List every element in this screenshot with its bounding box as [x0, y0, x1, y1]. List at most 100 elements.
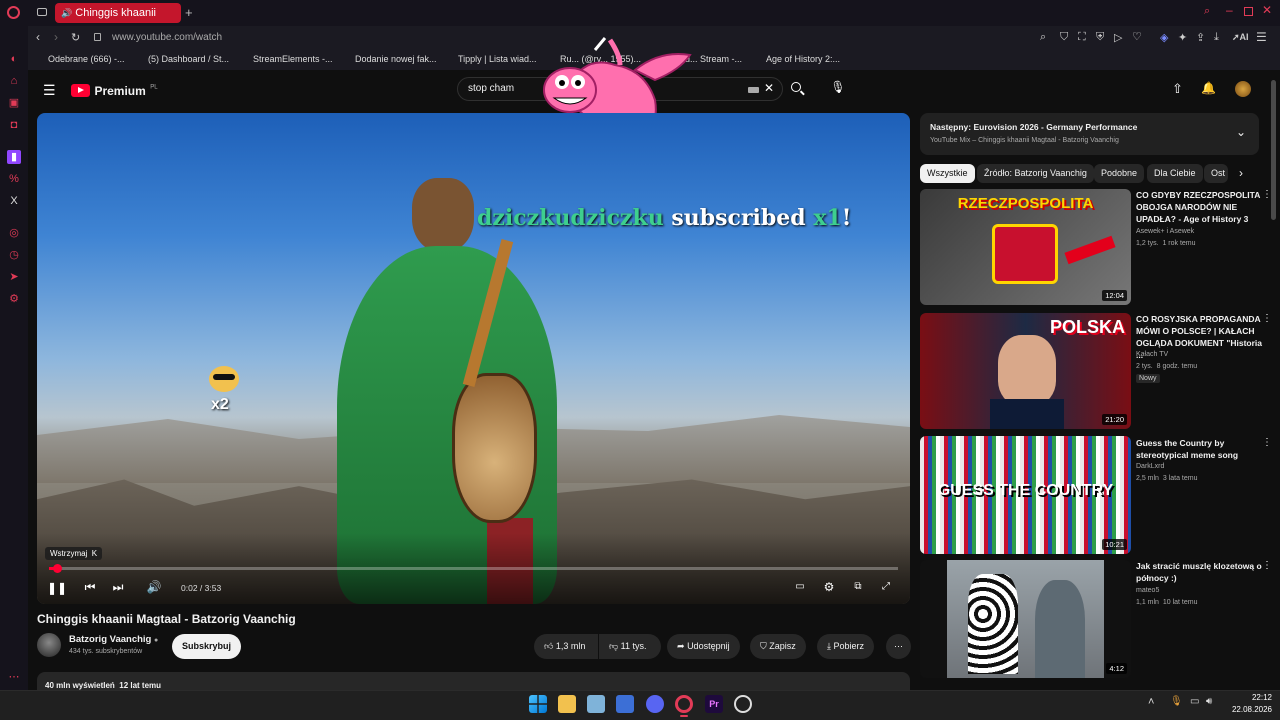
voice-search-icon[interactable]: 🎙	[828, 80, 848, 100]
rec-more-icon[interactable]: ⋮	[1262, 437, 1272, 448]
bookmark-item[interactable]: Odebrane (666) -...	[48, 54, 125, 64]
puzzle-icon[interactable]: ✦	[1178, 31, 1187, 44]
subscribe-button[interactable]: Subskrybuj	[172, 634, 242, 659]
bookmark-item[interactable]: (5) Dashboard / St...	[148, 54, 229, 64]
back-icon[interactable]: ‹	[36, 30, 40, 44]
chevron-down-icon[interactable]: ⌄	[1236, 125, 1246, 139]
miniplayer-button[interactable]: ⧉	[850, 579, 866, 595]
tab-active[interactable]: 🔊 Chinggis khaanii Magta	[55, 3, 181, 39]
messenger-icon[interactable]: ▣	[7, 96, 21, 110]
aria-icon[interactable]: ◐	[7, 52, 21, 66]
save-button[interactable]: ⛉ Zapisz	[750, 634, 806, 659]
shield-icon[interactable]: ⛨	[1096, 31, 1104, 44]
close-icon[interactable]: ✕	[1262, 3, 1272, 17]
rec-thumbnail[interactable]: POLSKA 21:20	[920, 313, 1131, 429]
bookmark-item[interactable]: StreamElements -...	[253, 54, 333, 64]
notifications-icon[interactable]: 🔔	[1201, 81, 1216, 95]
shopping-icon[interactable]: ⌂	[7, 74, 21, 88]
scrollbar[interactable]	[1271, 80, 1276, 220]
network-icon[interactable]: ▭	[1190, 696, 1199, 707]
rec-channel[interactable]: mateo5	[1136, 587, 1159, 594]
bookmark-item[interactable]: Tipply | Lista wiad...	[458, 54, 537, 64]
snapshot-icon[interactable]: ⛶	[1078, 31, 1086, 44]
speaker-icon[interactable]: 🔊︎	[1206, 696, 1212, 707]
chip-recent[interactable]: Ost	[1204, 164, 1228, 183]
up-next-panel[interactable]: Następny: Eurovision 2026 - Germany Perf…	[920, 113, 1259, 155]
rec-thumbnail[interactable]: GUESS THE COUNTRY 10:21	[920, 436, 1131, 554]
new-tab-icon[interactable]: +	[185, 5, 193, 20]
more-actions-button[interactable]: ⋯	[886, 634, 911, 659]
chip-all[interactable]: Wszystkie	[920, 164, 975, 183]
play-icon[interactable]: ▷	[1114, 31, 1122, 44]
guide-menu-icon[interactable]: ☰	[43, 82, 56, 99]
share-icon[interactable]: ⇪	[1196, 31, 1205, 44]
volume-button[interactable]: 🔊	[146, 579, 162, 595]
more-icon[interactable]: ⋯	[7, 670, 21, 684]
share-button[interactable]: ➦ Udostępnij	[667, 634, 740, 659]
rec-channel[interactable]: DarkLxrd	[1136, 463, 1164, 470]
rec-title[interactable]: Jak stracić muszlę klozetową o północy :…	[1136, 560, 1264, 584]
like-button[interactable]: 👍︎ 1,3 mln	[534, 634, 598, 659]
rec-more-icon[interactable]: ⋮	[1262, 560, 1272, 571]
clock-date[interactable]: 22.08.2026	[1222, 705, 1272, 714]
search-input[interactable]: stop cham	[468, 83, 514, 94]
subtitles-button[interactable]: ▭	[792, 579, 808, 595]
obs-icon[interactable]	[734, 695, 752, 713]
bookmark-icon[interactable]: ⛉	[1060, 31, 1068, 44]
premiere-pro-icon[interactable]: Pr	[705, 695, 723, 713]
chip-similar[interactable]: Podobne	[1094, 164, 1145, 183]
description-box[interactable]: 40 mln wyświetleń 12 lat temu	[37, 672, 910, 690]
reload-icon[interactable]: ↻	[71, 31, 80, 44]
chip-for-you[interactable]: Dla Ciebie	[1147, 164, 1203, 183]
instagram-icon[interactable]: ◘	[7, 118, 21, 132]
settings-icon[interactable]: ⚙	[7, 292, 21, 306]
avatar[interactable]	[1235, 81, 1251, 97]
chevron-up-icon[interactable]: ˄	[1148, 696, 1154, 708]
twitch-icon[interactable]: ▮	[7, 150, 21, 164]
fullscreen-button[interactable]: ⤢	[878, 579, 894, 595]
discord-icon[interactable]	[646, 695, 664, 713]
previous-button[interactable]: ⏮	[82, 579, 98, 595]
video-player[interactable]: dziczkudziczku subscribed x1! x2 Wstrzym…	[37, 113, 910, 604]
app-icon[interactable]	[616, 695, 634, 713]
keyboard-icon[interactable]	[748, 87, 759, 93]
maximize-icon[interactable]	[1244, 7, 1253, 16]
rec-title[interactable]: CO GDYBY RZECZPOSPOLITA OBOJGA NARODÓW N…	[1136, 189, 1264, 225]
chip-source[interactable]: Źródło: Batzorig Vaanchig	[977, 164, 1094, 183]
channel-avatar[interactable]	[37, 633, 61, 657]
zoom-icon[interactable]: ⌕	[1040, 31, 1046, 44]
rec-thumbnail[interactable]: 4:12	[920, 560, 1131, 678]
next-button[interactable]: ⏭	[110, 579, 126, 595]
clock-time[interactable]: 22:12	[1232, 693, 1272, 702]
workspaces-icon[interactable]	[37, 8, 47, 16]
download-button[interactable]: ⤓ Pobierz	[817, 634, 875, 659]
rec-channel[interactable]: Asewek+ i Asewek	[1136, 228, 1194, 235]
rec-thumbnail[interactable]: RZECZPOSPOLITA 12:04	[920, 189, 1131, 305]
progress-track[interactable]	[49, 567, 898, 570]
dislike-button[interactable]: 👎︎ 11 tys.	[599, 634, 661, 659]
rec-title[interactable]: Guess the Country by stereotypical meme …	[1136, 437, 1264, 461]
minimize-icon[interactable]: –	[1226, 3, 1233, 17]
url-field[interactable]: www.youtube.com/watch	[112, 32, 222, 43]
settings-button[interactable]: ⚙	[821, 579, 837, 595]
file-explorer-icon[interactable]	[558, 695, 576, 713]
bookmark-item[interactable]: Age of History 2:...	[766, 54, 840, 64]
ai-icon[interactable]: ➚AI	[1232, 32, 1249, 43]
rec-more-icon[interactable]: ⋮	[1262, 313, 1272, 324]
send-icon[interactable]: ➤	[7, 270, 21, 284]
history-icon[interactable]: ◷	[7, 248, 21, 262]
extensions-icon[interactable]: ◈	[1160, 31, 1168, 44]
opera-logo-icon[interactable]	[7, 6, 20, 19]
search-tabs-icon[interactable]: ⌕	[1204, 5, 1210, 18]
menu-icon[interactable]: ☰	[1256, 30, 1267, 44]
download-icon[interactable]: ⤓	[1214, 31, 1219, 44]
pause-button[interactable]: ❚❚	[47, 580, 67, 596]
microphone-icon[interactable]: 🎙	[1170, 696, 1183, 707]
percent-icon[interactable]: %	[7, 172, 21, 186]
forward-icon[interactable]: ›	[54, 30, 58, 44]
player-icon[interactable]: ◎	[7, 226, 21, 240]
heart-icon[interactable]: ♡	[1132, 30, 1142, 43]
channel-name[interactable]: Batzorig Vaanchig ●	[69, 634, 158, 645]
screenshot-tool-icon[interactable]	[587, 695, 605, 713]
chevron-right-icon[interactable]: ›	[1239, 166, 1243, 180]
